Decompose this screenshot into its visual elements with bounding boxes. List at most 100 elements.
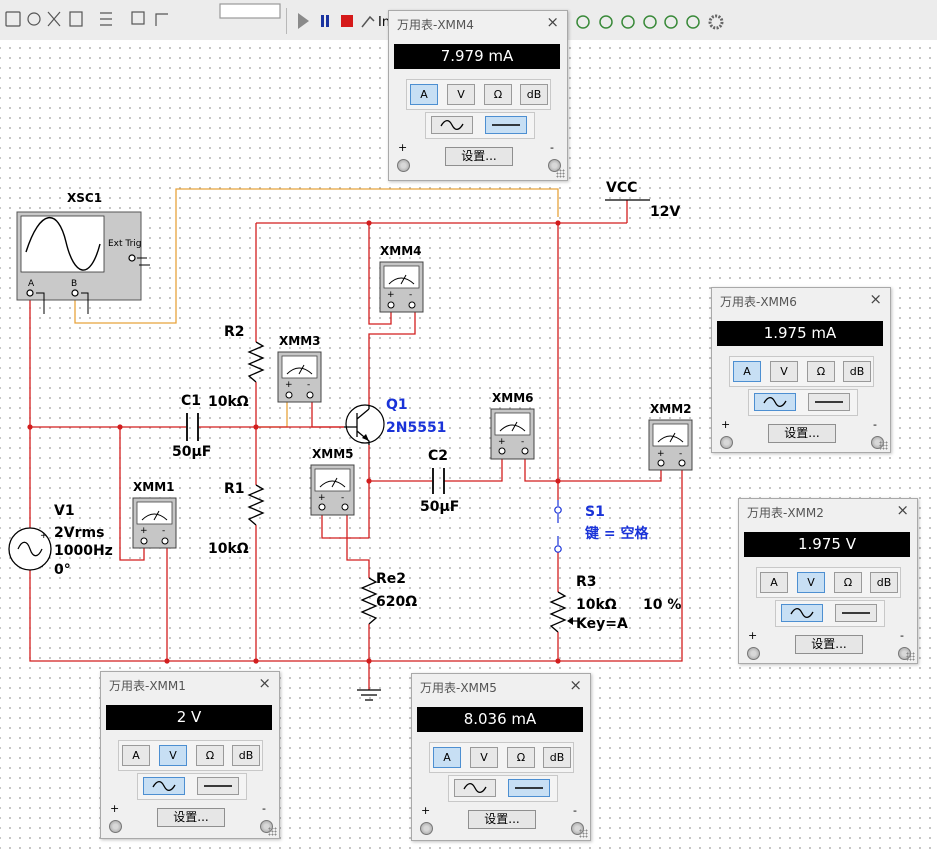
ohmmeter-button[interactable]: Ω: [834, 572, 862, 593]
settings-button[interactable]: 设置...: [768, 424, 836, 443]
positive-terminal-label: +: [748, 629, 758, 642]
ac-sine-button[interactable]: [431, 116, 473, 134]
voltmeter-button[interactable]: V: [447, 84, 475, 105]
xmm5-label: XMM5: [312, 447, 353, 461]
xmm4-label: XMM4: [380, 244, 421, 258]
decibel-button[interactable]: dB: [870, 572, 898, 593]
multimeter-panel-xmm2[interactable]: 万用表-XMM2 × 1.975 V A V Ω dB 设置... + -: [738, 498, 918, 664]
settings-button[interactable]: 设置...: [157, 808, 225, 827]
ac-source-v1[interactable]: + - V1 2Vrms 1000Hz 0°: [8, 503, 113, 578]
transistor-q1[interactable]: Q1 2N5551: [344, 397, 446, 445]
ammeter-button[interactable]: A: [410, 84, 438, 105]
multimeter-panel-xmm6[interactable]: 万用表-XMM6 × 1.975 mA A V Ω dB 设置... + -: [711, 287, 891, 453]
dc-line-button[interactable]: [197, 777, 239, 795]
meter-symbol-xmm5[interactable]: XMM5 + -: [310, 447, 355, 516]
svg-text:-: -: [307, 380, 310, 390]
dc-line-button[interactable]: [808, 393, 850, 411]
settings-button[interactable]: 设置...: [795, 635, 863, 654]
meter-symbol-xmm1[interactable]: XMM1 + -: [132, 480, 177, 549]
close-icon[interactable]: ×: [896, 501, 909, 519]
dc-line-icon: [515, 787, 543, 789]
close-icon[interactable]: ×: [569, 676, 582, 694]
dc-line-icon: [492, 124, 520, 126]
vcc-source[interactable]: VCC 12V: [605, 180, 680, 220]
xsc1-terminal-a[interactable]: [26, 289, 34, 297]
potentiometer-r3[interactable]: R3 10kΩ Key=A 10 %: [549, 574, 681, 633]
ac-sine-icon: [763, 396, 787, 408]
ammeter-button[interactable]: A: [733, 361, 761, 382]
mode-buttons: A V Ω dB: [756, 567, 901, 598]
panel-title: 万用表-XMM2: [747, 506, 824, 520]
xsc1-terminal-b[interactable]: [71, 289, 79, 297]
resize-grip-icon[interactable]: [906, 652, 915, 661]
ac-sine-button[interactable]: [454, 779, 496, 797]
resize-grip-icon[interactable]: [879, 441, 888, 450]
v1-frequency: 1000Hz: [54, 543, 113, 559]
multimeter-panel-xmm4[interactable]: 万用表-XMM4 × 7.979 mA A V Ω dB 设置... + -: [388, 10, 568, 181]
svg-text:+: +: [318, 493, 326, 503]
positive-terminal[interactable]: [420, 822, 433, 835]
meter-symbol-xmm3[interactable]: XMM3 + -: [277, 334, 322, 403]
s1-key: 键 = 空格: [584, 525, 649, 542]
decibel-button[interactable]: dB: [543, 747, 571, 768]
ohmmeter-button[interactable]: Ω: [196, 745, 224, 766]
voltmeter-button[interactable]: V: [797, 572, 825, 593]
oscilloscope-xsc1[interactable]: XSC1 Ext Trig A B: [16, 191, 150, 314]
positive-terminal[interactable]: [397, 159, 410, 172]
meter-symbol-xmm2[interactable]: XMM2 + -: [648, 402, 693, 471]
settings-button[interactable]: 设置...: [468, 810, 536, 829]
dc-line-button[interactable]: [508, 779, 550, 797]
voltmeter-button[interactable]: V: [159, 745, 187, 766]
svg-text:+: +: [40, 531, 48, 541]
xsc1-ext-trig: Ext Trig: [108, 239, 142, 249]
resistor-re2[interactable]: Re2 620Ω: [360, 571, 417, 625]
ohmmeter-button[interactable]: Ω: [484, 84, 512, 105]
switch-s1[interactable]: S1 键 = 空格: [554, 500, 650, 553]
svg-text:-: -: [679, 449, 682, 459]
xsc1-channel-a: A: [28, 279, 35, 289]
decibel-button[interactable]: dB: [520, 84, 548, 105]
waveform-buttons: [448, 775, 558, 802]
svg-text:-: -: [341, 493, 344, 503]
ac-sine-button[interactable]: [143, 777, 185, 795]
xmm2-label: XMM2: [650, 402, 691, 416]
multimeter-panel-xmm5[interactable]: 万用表-XMM5 × 8.036 mA A V Ω dB 设置... + -: [411, 673, 591, 841]
xsc1-ext-trig-terminal[interactable]: [128, 254, 136, 262]
positive-terminal[interactable]: [720, 436, 733, 449]
voltmeter-button[interactable]: V: [770, 361, 798, 382]
resize-grip-icon[interactable]: [579, 829, 588, 838]
resize-grip-icon[interactable]: [556, 169, 565, 178]
ac-sine-button[interactable]: [754, 393, 796, 411]
meter-symbol-xmm4[interactable]: XMM4 + -: [379, 244, 424, 313]
settings-button[interactable]: 设置...: [445, 147, 513, 166]
positive-terminal[interactable]: [109, 820, 122, 833]
close-icon[interactable]: ×: [546, 13, 559, 31]
ammeter-button[interactable]: A: [760, 572, 788, 593]
resistor-r2[interactable]: R2 10kΩ: [208, 324, 265, 410]
resize-grip-icon[interactable]: [268, 827, 277, 836]
meter-symbol-xmm6[interactable]: XMM6 + -: [490, 391, 535, 460]
dc-line-button[interactable]: [835, 604, 877, 622]
ohmmeter-button[interactable]: Ω: [807, 361, 835, 382]
panel-title: 万用表-XMM5: [420, 681, 497, 695]
voltmeter-button[interactable]: V: [470, 747, 498, 768]
ac-sine-icon: [152, 780, 176, 792]
decibel-button[interactable]: dB: [843, 361, 871, 382]
meter-display: 8.036 mA: [417, 707, 583, 732]
ac-sine-icon: [790, 607, 814, 619]
waveform-buttons: [748, 389, 858, 416]
decibel-button[interactable]: dB: [232, 745, 260, 766]
vcc-value: 12V: [650, 204, 680, 220]
ac-sine-button[interactable]: [781, 604, 823, 622]
ammeter-button[interactable]: A: [433, 747, 461, 768]
waveform-buttons: [137, 773, 247, 800]
close-icon[interactable]: ×: [869, 290, 882, 308]
ohmmeter-button[interactable]: Ω: [507, 747, 535, 768]
resistor-r1[interactable]: R1 10kΩ: [208, 481, 265, 557]
dc-line-button[interactable]: [485, 116, 527, 134]
close-icon[interactable]: ×: [258, 674, 271, 692]
s1-label: S1: [585, 504, 605, 520]
positive-terminal[interactable]: [747, 647, 760, 660]
ammeter-button[interactable]: A: [122, 745, 150, 766]
multimeter-panel-xmm1[interactable]: 万用表-XMM1 × 2 V A V Ω dB 设置... + -: [100, 671, 280, 839]
